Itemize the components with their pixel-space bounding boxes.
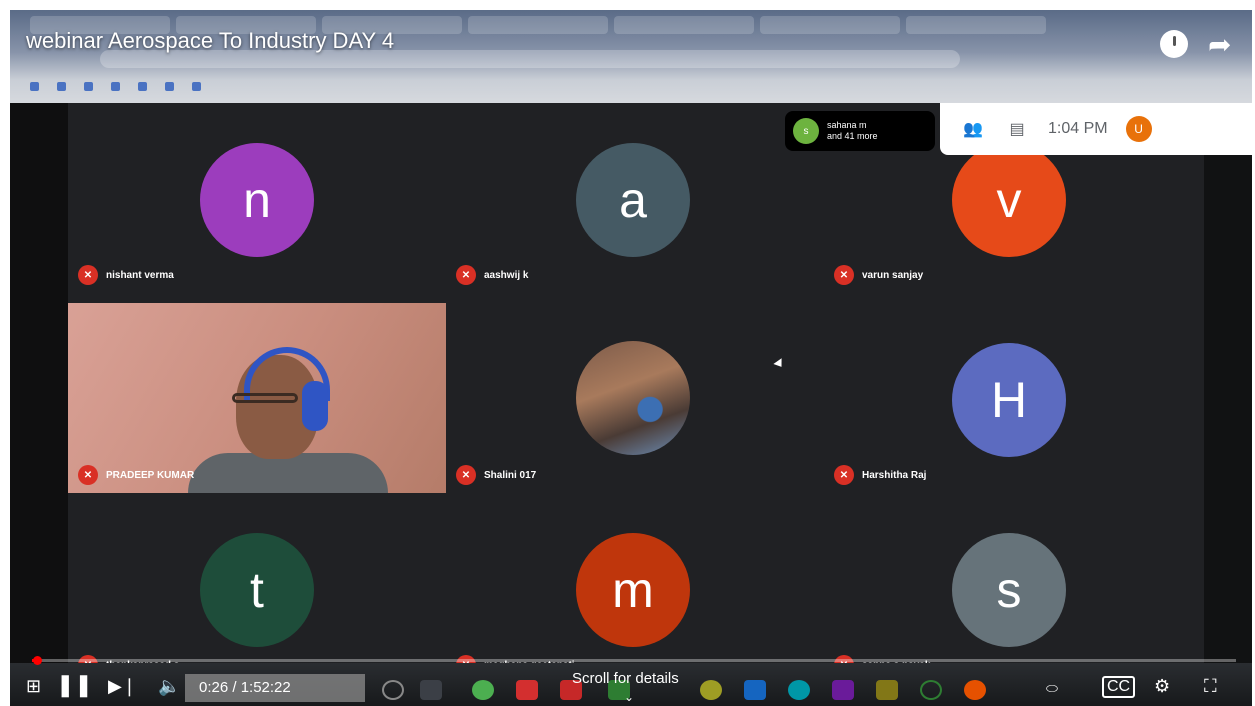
chat-icon[interactable]: ▤: [1004, 119, 1030, 139]
meet-top-bar: 👥 ▤ 1:04 PM U: [940, 103, 1252, 155]
video-progress-bar[interactable]: [32, 656, 1236, 665]
bookmark-item[interactable]: [138, 81, 147, 91]
participant-name-tag: ✕ Harshitha Raj: [834, 465, 926, 485]
participant-tile[interactable]: ✕ Shalini 017: [446, 303, 824, 493]
browser-tab[interactable]: [906, 16, 1046, 34]
participant-avatar: v: [952, 143, 1066, 257]
participant-name-tag: ✕ Shalini 017: [456, 465, 536, 485]
participant-name-tag: ✕ PRADEEP KUMAR: [78, 465, 194, 485]
browser-tab[interactable]: [468, 16, 608, 34]
bookmarks-bar: [30, 76, 1230, 96]
participant-photo-avatar: [576, 341, 690, 455]
meet-grid: n ✕ nishant verma a ✕ aashwij k v ✕ varu…: [10, 103, 1252, 675]
taskbar-icon[interactable]: [700, 680, 722, 700]
headphones-earcup: [302, 381, 328, 431]
windows-start-icon[interactable]: ⊞: [26, 676, 41, 697]
participant-tile[interactable]: m ✕ meghana geetapati: [446, 493, 824, 683]
participant-avatar: t: [200, 533, 314, 647]
participant-tile[interactable]: t ✕ thankaprasad s: [68, 493, 446, 683]
bookmark-item[interactable]: [165, 81, 174, 91]
edge-icon[interactable]: [788, 680, 810, 700]
bookmark-item[interactable]: [192, 81, 201, 91]
mic-off-icon: ✕: [456, 465, 476, 485]
subtitles-icon[interactable]: CC: [1102, 676, 1136, 698]
mic-off-icon: ✕: [78, 465, 98, 485]
taskbar-icon[interactable]: [876, 680, 898, 700]
right-margin: [1204, 153, 1252, 663]
bookmark-item[interactable]: [57, 81, 66, 91]
bookmark-item[interactable]: [30, 81, 39, 91]
participant-name: nishant verma: [106, 269, 174, 281]
chrome-icon[interactable]: [472, 680, 494, 700]
participant-video-tile[interactable]: ✕ PRADEEP KUMAR: [68, 303, 446, 493]
browser-chrome: webinar Aerospace To Industry DAY 4 ➦: [10, 10, 1252, 103]
participant-name-tag: ✕ nishant verma: [78, 265, 174, 285]
mic-off-icon: ✕: [456, 265, 476, 285]
mic-off-icon: ✕: [834, 465, 854, 485]
participant-avatar: n: [200, 143, 314, 257]
participant-avatar: H: [952, 343, 1066, 457]
user-avatar[interactable]: U: [1125, 116, 1152, 142]
taskbar-icon[interactable]: [420, 680, 442, 700]
participant-tile[interactable]: H ✕ Harshitha Raj: [824, 303, 1202, 493]
left-margin: [10, 103, 68, 663]
participant-avatar: a: [576, 143, 690, 257]
bookmark-item[interactable]: [84, 81, 93, 91]
bookmark-item[interactable]: [111, 81, 120, 91]
taskbar-icon[interactable]: [744, 680, 766, 700]
video-title[interactable]: webinar Aerospace To Industry DAY 4: [26, 28, 394, 54]
participant-avatar: s: [952, 533, 1066, 647]
autoplay-toggle[interactable]: ⬭: [1046, 680, 1058, 697]
taskbar-icon[interactable]: [382, 680, 404, 700]
settings-gear-icon[interactable]: ⚙: [1154, 676, 1170, 697]
volume-icon[interactable]: 🔈: [158, 676, 180, 697]
participant-name-tag: ✕ aashwij k: [456, 265, 528, 285]
participant-avatar-small: s: [793, 118, 819, 144]
mic-off-icon: ✕: [834, 265, 854, 285]
browser-tab[interactable]: [760, 16, 900, 34]
taskbar-icon[interactable]: [920, 680, 942, 700]
taskbar-icon[interactable]: [832, 680, 854, 700]
participant-tile[interactable]: a ✕ aashwij k: [446, 103, 824, 293]
taskbar-icon[interactable]: [516, 680, 538, 700]
participant-name: varun sanjay: [862, 269, 924, 281]
participant-tile[interactable]: n ✕ nishant verma: [68, 103, 446, 293]
participant-name: Harshitha Raj: [862, 469, 927, 481]
video-time: 0:26 / 1:52:22: [185, 674, 365, 702]
more-participants-pill[interactable]: s sahana m and 41 more: [785, 111, 935, 151]
next-button[interactable]: ▶❘: [108, 676, 137, 697]
participant-tile[interactable]: s ✕ sapna s nayak: [824, 493, 1202, 683]
people-icon[interactable]: 👥: [960, 119, 986, 139]
participant-name: PRADEEP KUMAR: [106, 469, 195, 481]
chevron-down-icon[interactable]: ⌄: [624, 690, 634, 704]
participant-video-person: [188, 453, 388, 493]
mic-off-icon: ✕: [78, 265, 98, 285]
participant-name: aashwij k: [484, 269, 529, 281]
video-scrubber[interactable]: [32, 656, 42, 665]
more-participants-text: sahana m and 41 more: [827, 120, 878, 141]
browser-tab[interactable]: [614, 16, 754, 34]
scroll-for-details[interactable]: Scroll for details: [572, 670, 679, 687]
pause-button[interactable]: ❚❚: [56, 672, 93, 698]
share-icon[interactable]: ➦: [1208, 28, 1231, 61]
taskbar-icon[interactable]: [964, 680, 986, 700]
glasses: [232, 393, 298, 403]
participant-avatar: m: [576, 533, 690, 647]
watch-later-icon[interactable]: [1160, 30, 1188, 58]
exit-fullscreen-icon[interactable]: ⛶: [1204, 676, 1217, 697]
participant-name: Shalini 017: [484, 469, 537, 481]
participant-name-tag: ✕ varun sanjay: [834, 265, 923, 285]
meet-clock: 1:04 PM: [1048, 120, 1108, 137]
video-frame[interactable]: webinar Aerospace To Industry DAY 4 ➦ n …: [10, 10, 1252, 706]
